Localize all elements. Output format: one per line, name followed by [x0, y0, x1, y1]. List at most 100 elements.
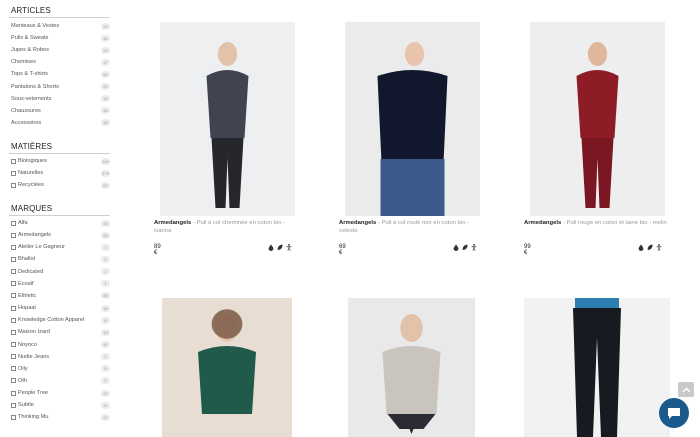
- filter-checkbox[interactable]: [11, 366, 16, 372]
- filter-item-matieres[interactable]: Naturelles 279: [11, 168, 110, 178]
- filter-checkbox[interactable]: [11, 390, 16, 396]
- filter-item-label: Ecoalf: [18, 280, 34, 287]
- product-title[interactable]: Armedangels - Pull rouge en coton et lai…: [524, 220, 669, 228]
- filter-item-marques[interactable]: Ethletic 86: [11, 291, 110, 301]
- leaf-icon: [647, 244, 653, 250]
- section-title-matieres: MATIÈRES: [11, 142, 53, 151]
- filter-item-marques[interactable]: Oth 3: [11, 376, 110, 386]
- filter-checkbox[interactable]: [11, 170, 16, 176]
- filter-item-count: 7: [101, 243, 110, 251]
- filter-checkbox[interactable]: [11, 329, 16, 335]
- filter-item-marques[interactable]: Bhallot 4: [11, 254, 110, 264]
- filter-item-label: Sous-vetements: [11, 95, 52, 102]
- section-title-articles: ARTICLES: [11, 6, 51, 15]
- filter-item-marques[interactable]: Atelier Le Gagneur 7: [11, 242, 110, 252]
- product-brand: Armedangels: [339, 220, 377, 226]
- filter-item-articles[interactable]: Sous-vetements 15: [11, 94, 110, 104]
- filter-item-articles[interactable]: Chaussures 34: [11, 106, 110, 116]
- filter-checkbox[interactable]: [11, 232, 16, 238]
- filter-checkbox[interactable]: [11, 378, 16, 384]
- filter-item-articles[interactable]: Pantalons & Shorts 21: [11, 82, 110, 92]
- product-image[interactable]: [160, 22, 295, 216]
- filter-item-matieres[interactable]: Biologiques 244: [11, 156, 110, 166]
- filter-item-matieres[interactable]: Recyclées 57: [11, 180, 110, 190]
- filter-checkbox[interactable]: [11, 293, 16, 299]
- product-image[interactable]: [530, 22, 665, 216]
- product-image[interactable]: [345, 22, 480, 216]
- filter-item-marques[interactable]: Olly 5: [11, 364, 110, 374]
- filter-checkbox[interactable]: [11, 220, 16, 226]
- filter-item-count: 17: [101, 58, 110, 66]
- filter-item-count: 41: [101, 341, 110, 348]
- filter-checkbox[interactable]: [11, 354, 16, 360]
- filter-item-marques[interactable]: Hopaal 15: [11, 303, 110, 313]
- back-to-top-button[interactable]: [678, 382, 694, 397]
- filter-item-label: Accessoires: [11, 119, 42, 126]
- filter-sidebar: ARTICLES Manteaux & Vestes 23 Pulls & Swea…: [0, 0, 112, 437]
- drop-icon: [638, 244, 644, 251]
- product-image[interactable]: [524, 298, 670, 437]
- filter-item-label: Pantalons & Shorts: [11, 83, 59, 90]
- filter-item-marques[interactable]: Armedangels 90: [11, 230, 110, 240]
- filter-checkbox[interactable]: [11, 281, 16, 287]
- filter-item-label: Dedicated: [18, 268, 44, 275]
- product-price: 99 €: [524, 244, 531, 256]
- filter-item-marques[interactable]: Ecoalf 1: [11, 279, 110, 289]
- filter-checkbox[interactable]: [11, 158, 16, 164]
- filter-item-label: Jupes & Robes: [11, 47, 49, 54]
- filter-item-count: 23: [101, 22, 110, 30]
- filter-checkbox[interactable]: [11, 305, 16, 311]
- filter-item-articles[interactable]: Manteaux & Vestes 23: [11, 21, 110, 31]
- chevron-up-icon: [682, 387, 690, 392]
- filter-item-label: Olly: [18, 365, 28, 372]
- product-image[interactable]: [348, 298, 475, 437]
- filter-item-marques[interactable]: Alfa 22: [11, 218, 110, 228]
- chat-button[interactable]: [659, 398, 689, 428]
- filter-checkbox[interactable]: [11, 244, 16, 250]
- filter-item-marques[interactable]: Dedicated 1: [11, 267, 110, 277]
- filter-item-count: 34: [101, 107, 110, 115]
- product-image[interactable]: [162, 298, 292, 437]
- filter-item-label: Atelier Le Gagneur: [18, 244, 65, 251]
- filter-item-label: Oth: [18, 377, 28, 384]
- product-title[interactable]: Armedangels - Pull à col roulé noir en c…: [339, 220, 484, 235]
- filter-item-articles[interactable]: Tops & T-shirts 50: [11, 69, 110, 79]
- filter-item-marques[interactable]: People Tree 22: [11, 388, 110, 398]
- filter-checkbox[interactable]: [11, 342, 16, 347]
- person-icon: [286, 244, 292, 251]
- filter-item-marques[interactable]: Thinking Mu 21: [11, 412, 110, 422]
- filter-checkbox[interactable]: [11, 182, 16, 188]
- product-photo: [530, 22, 665, 216]
- filter-item-articles[interactable]: Pulls & Sweats 42: [11, 33, 110, 43]
- filter-item-articles[interactable]: Accessoires 45: [11, 118, 110, 128]
- filter-item-label: Armedangels: [18, 232, 51, 239]
- filter-item-articles[interactable]: Jupes & Robes 24: [11, 45, 110, 55]
- filter-item-marques[interactable]: Maison Izard 13: [11, 327, 110, 337]
- filter-item-marques[interactable]: Subtle 5: [11, 400, 110, 410]
- filter-checkbox[interactable]: [11, 414, 16, 420]
- filter-item-marques[interactable]: Knowledge Cotton Apparel 8: [11, 315, 110, 325]
- filter-item-count: 15: [101, 304, 110, 312]
- filter-item-count: 2: [101, 353, 110, 361]
- filter-checkbox[interactable]: [11, 317, 16, 323]
- filter-item-marques[interactable]: Nudie Jeans 2: [11, 352, 110, 362]
- filter-item-label: Ethletic: [18, 292, 37, 299]
- filter-item-count: 50: [101, 70, 110, 78]
- person-icon: [471, 244, 477, 251]
- product-brand: Armedangels: [154, 220, 192, 226]
- filter-item-label: People Tree: [18, 390, 49, 397]
- filter-checkbox[interactable]: [11, 256, 16, 262]
- filter-item-label: Bhallot: [18, 256, 36, 263]
- product-photo: [524, 298, 670, 437]
- filter-checkbox[interactable]: [11, 269, 16, 275]
- eco-badges: [268, 244, 292, 251]
- filter-checkbox[interactable]: [11, 402, 16, 408]
- filter-item-articles[interactable]: Chemises 17: [11, 57, 110, 67]
- product-title[interactable]: Armedangels - Pull à col cheminée en cot…: [154, 220, 299, 235]
- product-price: 89 €: [154, 244, 161, 256]
- product-description: Pull rouge en coton et laine bio - melin: [566, 220, 667, 226]
- filter-item-count: 279: [101, 169, 110, 177]
- filter-item-count: 244: [101, 157, 110, 165]
- filter-item-count: 24: [101, 46, 110, 54]
- filter-item-marques[interactable]: Noyoco 41: [11, 340, 110, 350]
